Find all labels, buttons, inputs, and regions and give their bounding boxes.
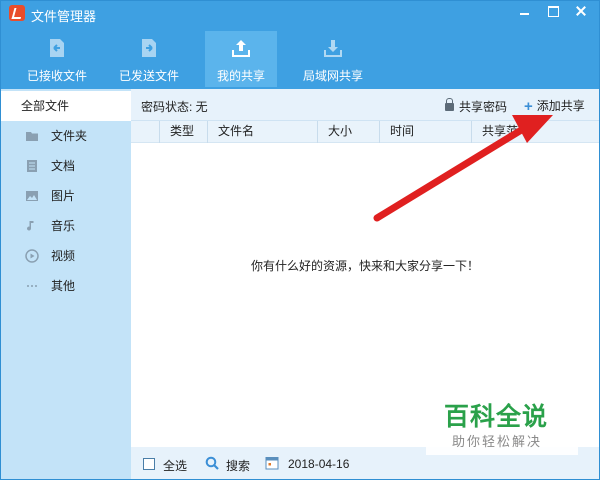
date-filter-value[interactable]: 2018-04-16 (288, 457, 349, 471)
tab-label: 局域网共享 (302, 69, 363, 83)
add-share-label: 添加共享 (536, 99, 585, 113)
category-sidebar: 全部文件 文件夹 文档 图片 音乐 视频 其他 (1, 89, 131, 479)
file-table-header: 类型 文件名 大小 时间 共享范 (131, 121, 599, 143)
sidebar-item-images[interactable]: 图片 (1, 181, 131, 211)
share-password-label: 共享密码 (459, 100, 508, 114)
calendar-icon[interactable] (265, 455, 279, 470)
sidebar-item-all-files[interactable]: 全部文件 (1, 91, 131, 121)
folder-icon (26, 132, 38, 141)
main-toolbar: 已接收文件 已发送文件 我的共享 局域网共享 (1, 27, 599, 89)
watermark-subtitle: 助你轻松解决 (452, 434, 543, 449)
search-button[interactable]: 搜索 (226, 457, 250, 474)
maximize-button[interactable] (541, 2, 565, 20)
sidebar-item-documents[interactable]: 文档 (1, 151, 131, 181)
sidebar-item-label: 文件夹 (51, 129, 88, 143)
minimize-button[interactable] (513, 2, 537, 20)
select-all-label[interactable]: 全选 (163, 457, 187, 474)
upload-share-icon (232, 40, 250, 57)
sidebar-item-label: 文档 (51, 159, 76, 173)
search-icon[interactable] (205, 456, 219, 470)
select-all-checkbox[interactable] (143, 458, 155, 470)
add-share-button[interactable]: + 添加共享 (524, 97, 585, 115)
sidebar-item-other[interactable]: 其他 (1, 271, 131, 301)
column-filename[interactable]: 文件名 (207, 121, 317, 143)
sidebar-item-label: 音乐 (51, 219, 76, 233)
sidebar-item-label: 图片 (51, 189, 76, 203)
watermark-title: 百科全说 (444, 403, 549, 431)
tab-label: 已发送文件 (118, 69, 179, 83)
sent-files-icon (142, 39, 156, 57)
app-logo-icon (9, 5, 25, 21)
close-button[interactable] (569, 2, 593, 20)
download-lan-icon (324, 40, 342, 57)
image-icon (26, 191, 38, 201)
column-time[interactable]: 时间 (379, 121, 471, 143)
plus-icon: + (524, 98, 533, 115)
sidebar-item-music[interactable]: 音乐 (1, 211, 131, 241)
tab-label: 我的共享 (216, 69, 265, 83)
sidebar-item-folders[interactable]: 文件夹 (1, 121, 131, 151)
document-icon (27, 160, 37, 172)
file-manager-window: 文件管理器 已接收文件 已发送文件 我的共享 局域网共享 全部文件 文件夹 文档… (0, 0, 600, 480)
more-dots-icon (27, 285, 37, 287)
lock-icon (445, 98, 454, 111)
video-play-icon (25, 249, 39, 263)
column-share-scope[interactable]: 共享范 (471, 121, 599, 143)
window-title: 文件管理器 (31, 9, 97, 24)
music-note-icon (27, 221, 34, 231)
tab-my-share[interactable]: 我的共享 (205, 31, 277, 87)
share-password-button[interactable]: 共享密码 (445, 98, 507, 115)
tab-label: 已接收文件 (26, 69, 87, 83)
sidebar-item-label: 其他 (51, 279, 76, 293)
sidebar-item-videos[interactable]: 视频 (1, 241, 131, 271)
sidebar-item-label: 全部文件 (21, 99, 70, 113)
column-size[interactable]: 大小 (317, 121, 379, 143)
title-bar[interactable]: 文件管理器 (1, 1, 599, 27)
tab-lan-share[interactable]: 局域网共享 (297, 31, 369, 87)
column-type[interactable]: 类型 (159, 121, 207, 143)
sidebar-item-label: 视频 (51, 249, 76, 263)
password-status: 密码状态: 无 (141, 100, 208, 114)
tab-sent-files[interactable]: 已发送文件 (113, 31, 185, 87)
empty-state-message: 你有什么好的资源，快来和大家分享一下！ (250, 259, 479, 273)
received-files-icon (50, 39, 64, 57)
watermark-logo: 百科全说 助你轻松解决 (426, 395, 578, 455)
tab-received-files[interactable]: 已接收文件 (21, 31, 93, 87)
share-status-bar: 密码状态: 无 共享密码 + 添加共享 (131, 89, 599, 121)
